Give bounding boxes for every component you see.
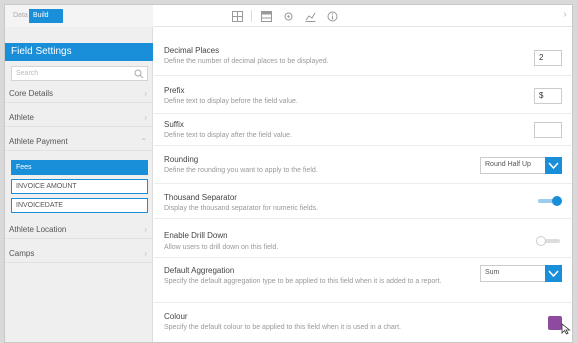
- setting-label: Prefix: [164, 86, 185, 95]
- toggle-knob: [552, 196, 562, 206]
- setting-label: Colour: [164, 312, 188, 321]
- chevron-right-icon: ›: [144, 249, 147, 258]
- sidebar-group-label: Athlete Payment: [9, 137, 68, 146]
- setting-description: Define the rounding you want to apply to…: [164, 167, 318, 174]
- field-item-fees[interactable]: Fees: [11, 160, 148, 175]
- sidebar-title: Field Settings: [5, 43, 153, 61]
- decimal-places-input[interactable]: 2: [534, 50, 562, 66]
- field-item-label: INVOICEDATE: [16, 202, 63, 209]
- setting-enable-drill-down: Enable Drill Down Allow users to drill d…: [154, 219, 572, 258]
- setting-prefix: Prefix Define text to display before the…: [154, 81, 572, 114]
- search-icon: [134, 69, 144, 79]
- sidebar: Field Settings Search Core Details › Ath…: [5, 27, 153, 342]
- setting-description: Specify the default aggregation type to …: [164, 278, 442, 285]
- search-input[interactable]: Search: [11, 66, 148, 81]
- suffix-input[interactable]: [534, 122, 562, 138]
- tab-build[interactable]: Build: [29, 9, 63, 23]
- colour-swatch[interactable]: [548, 316, 562, 330]
- field-item-invoicedate[interactable]: INVOICEDATE: [11, 198, 148, 213]
- setting-description: Define text to display before the field …: [164, 98, 298, 105]
- toolbar-divider: [251, 10, 252, 22]
- field-item-label: Fees: [16, 164, 32, 171]
- select-value: Sum: [485, 269, 500, 276]
- table-icon[interactable]: [258, 8, 274, 24]
- setting-default-aggregation: Default Aggregation Specify the default …: [154, 261, 572, 303]
- rounding-select[interactable]: Round Half Up: [480, 157, 562, 174]
- setting-label: Enable Drill Down: [164, 231, 228, 240]
- close-icon[interactable]: ›: [560, 10, 570, 20]
- sidebar-group-core-details[interactable]: Core Details ›: [5, 85, 153, 103]
- setting-label: Rounding: [164, 155, 199, 164]
- setting-label: Suffix: [164, 120, 184, 129]
- tab-data[interactable]: Data: [9, 9, 28, 23]
- chevron-down-icon: [545, 265, 562, 282]
- chevron-right-icon: ›: [144, 113, 147, 122]
- sidebar-group-label: Athlete: [9, 113, 34, 122]
- field-item-label: INVOICE AMOUNT: [16, 183, 77, 190]
- thousand-separator-toggle[interactable]: [536, 196, 562, 206]
- setting-label: Default Aggregation: [164, 266, 235, 275]
- app-window: Data Build › Field Settings Search Core …: [4, 4, 573, 343]
- sidebar-group-athlete[interactable]: Athlete ›: [5, 109, 153, 127]
- chevron-right-icon: ›: [144, 225, 147, 234]
- setting-label: Thousand Separator: [164, 193, 237, 202]
- chevron-down-icon: ⌃: [140, 137, 147, 146]
- chevron-down-icon: [545, 157, 562, 174]
- setting-decimal-places: Decimal Places Define the number of deci…: [154, 41, 572, 76]
- setting-description: Display the thousand separator for numer…: [164, 205, 319, 212]
- settings-icon[interactable]: [280, 8, 296, 24]
- info-icon[interactable]: [324, 8, 340, 24]
- select-value: Round Half Up: [485, 161, 531, 168]
- search-placeholder: Search: [16, 70, 39, 77]
- top-toolbar: Data Build ›: [5, 5, 572, 27]
- mouse-pointer-icon: [561, 323, 571, 335]
- setting-thousand-separator: Thousand Separator Display the thousand …: [154, 188, 572, 219]
- sidebar-group-athlete-payment[interactable]: Athlete Payment ⌃: [5, 133, 153, 151]
- chevron-right-icon: ›: [144, 89, 147, 98]
- chart-icon[interactable]: [302, 8, 318, 24]
- sidebar-group-label: Core Details: [9, 89, 54, 98]
- setting-rounding: Rounding Define the rounding you want to…: [154, 150, 572, 184]
- sidebar-group-athlete-location[interactable]: Athlete Location ›: [5, 221, 153, 239]
- field-item-invoice-amount[interactable]: INVOICE AMOUNT: [11, 179, 148, 194]
- setting-description: Specify the default colour to be applied…: [164, 324, 401, 331]
- sidebar-group-label: Camps: [9, 249, 35, 258]
- setting-colour: Colour Specify the default colour to be …: [154, 307, 572, 342]
- setting-suffix: Suffix Define text to display after the …: [154, 115, 572, 146]
- drill-down-toggle[interactable]: [536, 236, 562, 246]
- aggregation-select[interactable]: Sum: [480, 265, 562, 282]
- settings-panel: Decimal Places Define the number of deci…: [154, 27, 572, 342]
- toggle-knob: [536, 236, 546, 246]
- setting-description: Define text to display after the field v…: [164, 132, 293, 139]
- grid-icon[interactable]: [229, 8, 245, 24]
- setting-label: Decimal Places: [164, 46, 220, 55]
- sidebar-group-label: Athlete Location: [9, 225, 67, 234]
- prefix-input[interactable]: $: [534, 88, 562, 104]
- setting-description: Define the number of decimal places to b…: [164, 58, 329, 65]
- mode-tabs: Data Build: [5, 5, 153, 27]
- setting-description: Allow users to drill down on this field.: [164, 244, 279, 251]
- tool-icons: [229, 8, 340, 24]
- sidebar-group-camps[interactable]: Camps ›: [5, 245, 153, 263]
